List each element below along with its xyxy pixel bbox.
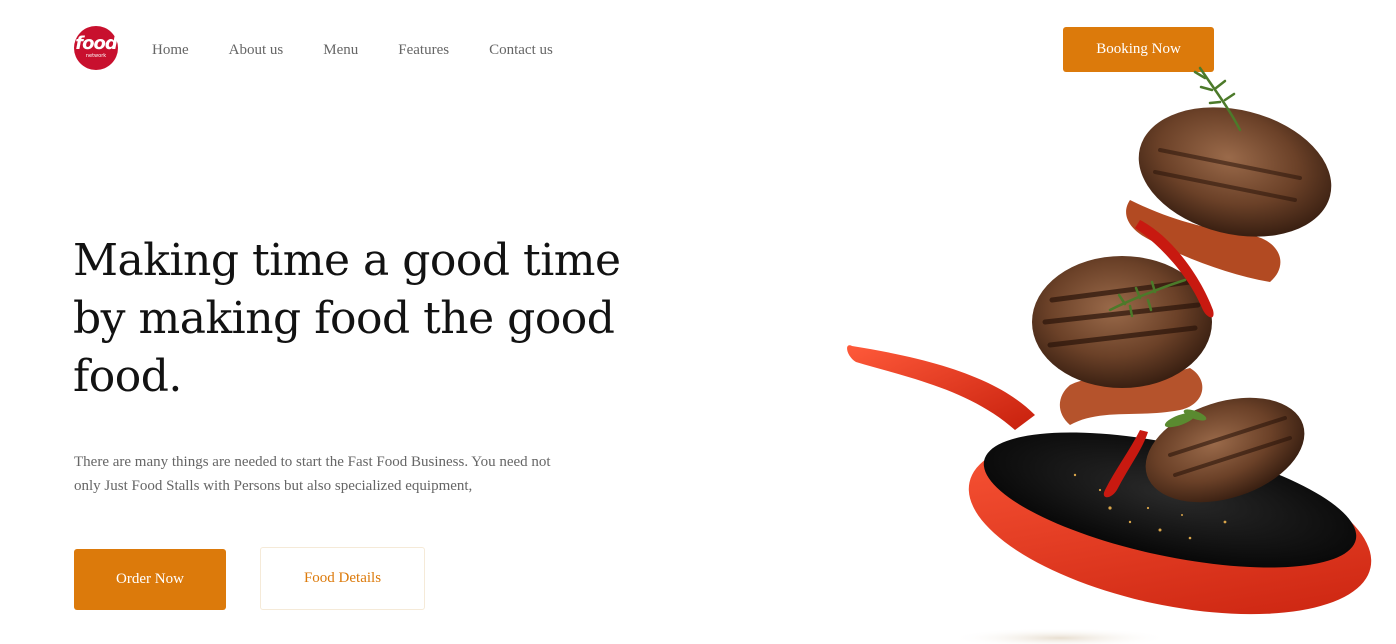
food-network-logo[interactable]: food network <box>74 26 118 70</box>
pan-handle <box>847 345 1035 430</box>
order-now-button[interactable]: Order Now <box>74 549 226 610</box>
nav-link-home[interactable]: Home <box>152 39 189 61</box>
nav-link-features[interactable]: Features <box>398 39 449 61</box>
nav-link-contact-us[interactable]: Contact us <box>489 39 553 61</box>
nav-link-about-us[interactable]: About us <box>229 39 284 61</box>
hero-description: There are many things are needed to star… <box>74 454 551 494</box>
hero-food-image <box>847 66 1372 644</box>
hero-headline: Making time a good time by making food t… <box>73 235 621 402</box>
food-details-button[interactable]: Food Details <box>260 547 425 610</box>
main-nav: Home About us Menu Features Contact us <box>152 39 553 61</box>
nav-link-menu[interactable]: Menu <box>323 39 358 61</box>
pan-shadow <box>950 628 1170 644</box>
logo-word: food <box>75 33 117 54</box>
